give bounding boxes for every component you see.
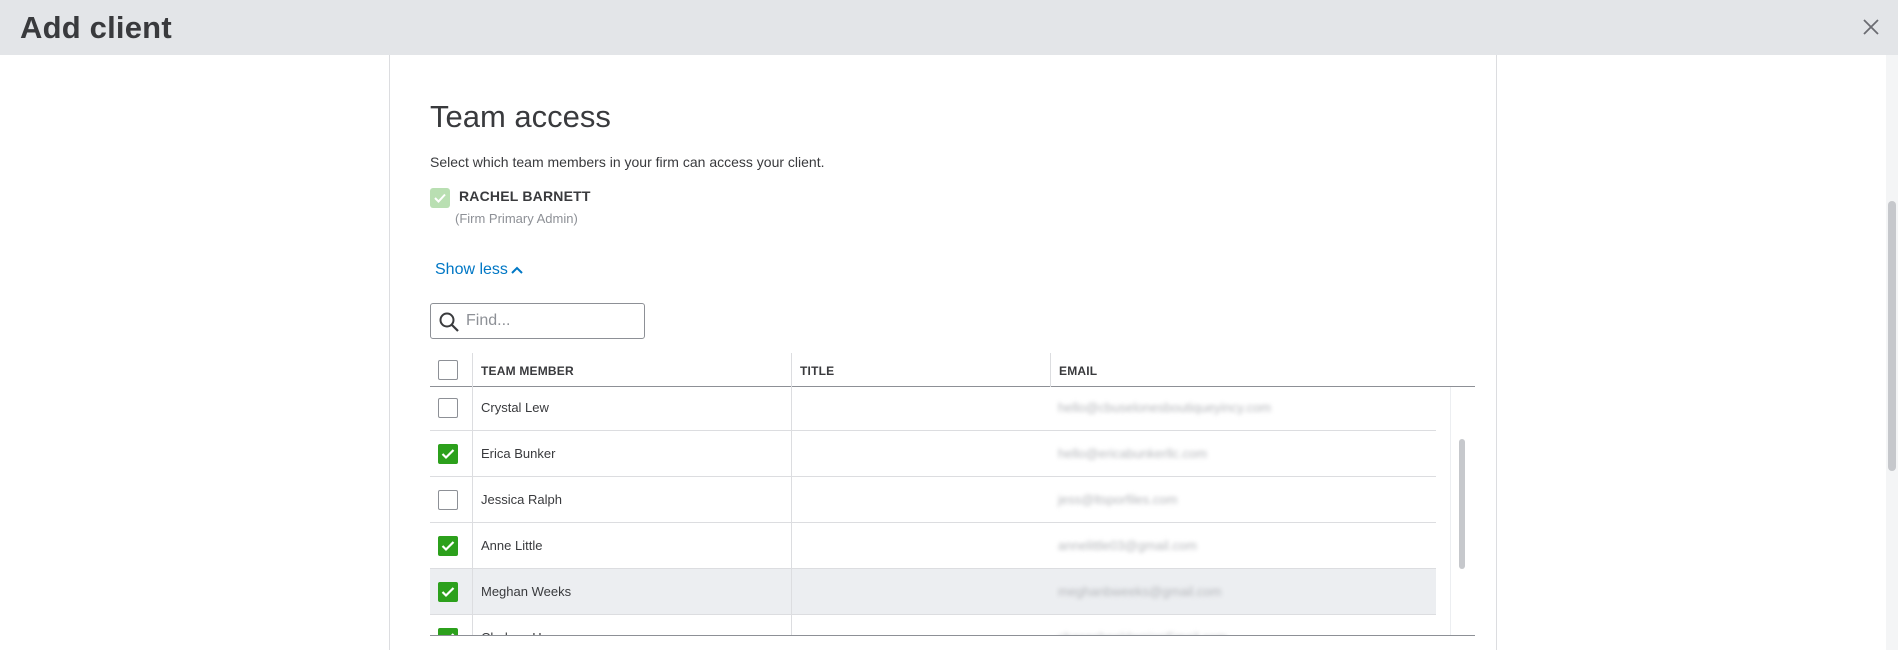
chevron-up-icon [511,266,523,274]
row-checkbox[interactable] [438,444,458,464]
search-field [430,303,645,339]
team-member-email: hello@cbuselonesboutiqueyincy.com [1058,400,1272,415]
table-header: TEAM MEMBER TITLE EMAIL [430,353,1475,387]
column-header-email[interactable]: EMAIL [1050,353,1450,387]
dialog-title: Add client [20,10,172,45]
close-icon[interactable] [1860,16,1882,38]
table-row[interactable]: Meghan Weeks meghanbweeks@gmail.com [430,569,1436,615]
table-scrollbar-thumb[interactable] [1459,439,1465,569]
section-title: Team access [430,99,611,134]
team-member-title [791,523,1050,569]
team-member-email: annelittle03@gmail.com [1058,538,1197,553]
page-scrollbar-thumb[interactable] [1888,201,1896,471]
team-member-title [791,431,1050,477]
team-member-name: Erica Bunker [472,431,791,477]
show-less-label: Show less [435,261,508,278]
column-header-title[interactable]: TITLE [791,353,1050,387]
table-row[interactable]: Chelsea Hansen chasesheeldersionEmail.com [430,615,1436,635]
search-input[interactable] [466,309,638,333]
column-header-team-member[interactable]: TEAM MEMBER [472,353,791,387]
team-member-email: chasesheeldersionEmail.com [1050,615,1436,635]
team-member-email: hello@ericabunkerllc.com [1058,446,1208,461]
team-member-name: Anne Little [472,523,791,569]
team-access-panel: Team access Select which team members in… [389,55,1497,650]
table-scrollbar[interactable] [1450,387,1475,635]
team-member-title [791,385,1050,431]
team-member-email: jess@ltsporfiles.com [1058,492,1178,507]
team-member-title [791,477,1050,523]
team-member-name: Meghan Weeks [472,569,791,615]
dialog-body: Team access Select which team members in… [0,55,1898,650]
team-member-name: Jessica Ralph [472,477,791,523]
dialog-header: Add client [0,0,1898,55]
primary-admin-name: RACHEL BARNETT [459,188,591,204]
table-row[interactable]: Jessica Ralph jess@ltsporfiles.com [430,477,1436,523]
search-icon [439,312,459,332]
row-checkbox[interactable] [438,398,458,418]
table-body: Crystal Lew hello@cbuselonesboutiqueyincy… [430,385,1450,635]
row-checkbox[interactable] [438,582,458,602]
team-member-title [791,615,1050,635]
team-members-table: TEAM MEMBER TITLE EMAIL Crystal Lew hello… [430,353,1475,636]
team-member-name: Chelsea Hansen [472,615,791,635]
primary-admin-checkbox [430,188,450,208]
table-row[interactable]: Erica Bunker hello@ericabunkerllc.com [430,431,1436,477]
team-member-email: meghanbweeks@gmail.com [1058,584,1222,599]
row-checkbox[interactable] [438,536,458,556]
section-subtitle: Select which team members in your firm c… [430,154,825,170]
select-all-checkbox[interactable] [438,360,458,380]
primary-admin-role: (Firm Primary Admin) [455,211,578,226]
page-scrollbar[interactable] [1886,55,1898,650]
team-member-title [791,569,1050,615]
team-member-name: Crystal Lew [472,385,791,431]
row-checkbox[interactable] [438,490,458,510]
row-checkbox[interactable] [438,628,458,635]
table-row[interactable]: Anne Little annelittle03@gmail.com [430,523,1436,569]
show-less-link[interactable]: Show less [435,261,524,279]
table-row[interactable]: Crystal Lew hello@cbuselonesboutiqueyincy… [430,385,1436,431]
